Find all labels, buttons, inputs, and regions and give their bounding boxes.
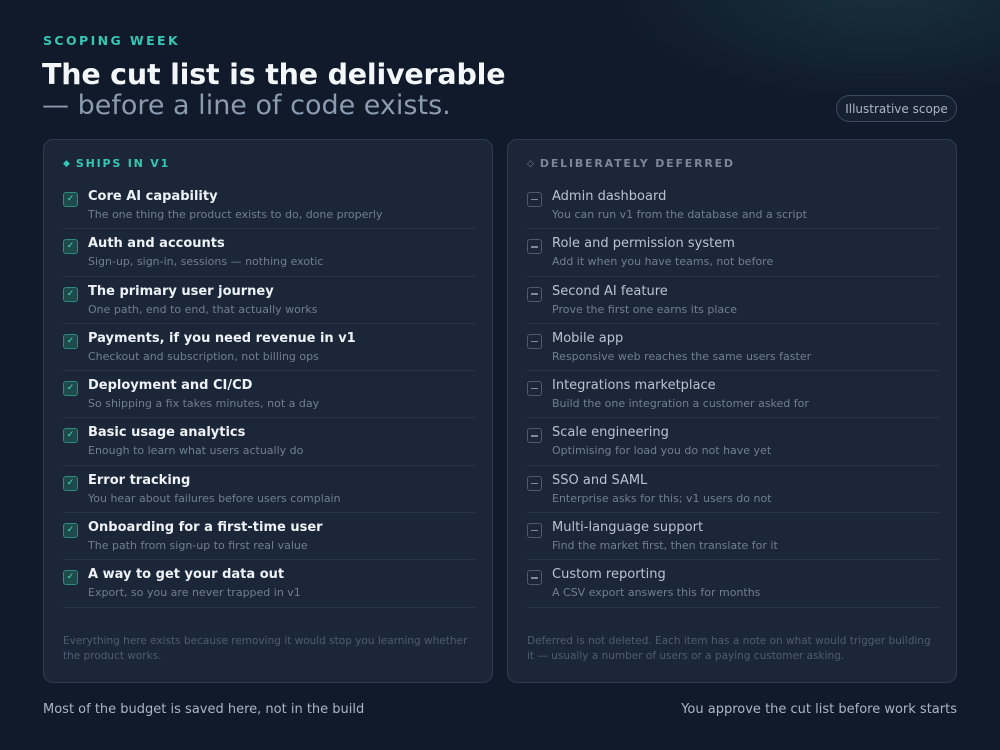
deferred-checkbox-icon[interactable] (527, 192, 542, 207)
item-description: The one thing the product exists to do, … (88, 208, 383, 221)
ships-list: ✓ Core AI capability The one thing the p… (63, 182, 475, 608)
item-name: Role and permission system (552, 236, 735, 252)
list-item[interactable]: Custom reporting A CSV export answers th… (527, 560, 939, 608)
deferred-checkbox-icon[interactable] (527, 475, 542, 491)
item-description: Responsive web reaches the same users fa… (552, 349, 812, 363)
list-item[interactable]: ✓ Core AI capability The one thing the p… (63, 182, 475, 230)
checked-checkbox-icon[interactable]: ✓ (63, 570, 78, 586)
checked-checkbox-icon[interactable]: ✓ (63, 523, 78, 539)
list-item[interactable]: SSO and SAML Enterprise asks for this; v… (527, 466, 939, 514)
item-name: A way to get your data out (88, 567, 285, 583)
list-item[interactable]: ✓ The primary user journey One path, end… (63, 277, 475, 324)
item-name: Scale engineering (552, 425, 669, 441)
deferred-checkbox-icon[interactable] (527, 523, 542, 539)
item-name: Error tracking (88, 472, 191, 488)
page-subtitle: — before a line of code exists. (42, 90, 451, 121)
checked-checkbox-icon[interactable]: ✓ (63, 192, 78, 207)
list-item[interactable]: ✓ Payments, if you need revenue in v1 Ch… (63, 324, 475, 372)
deferred-checkbox-icon[interactable] (527, 381, 542, 397)
item-name: Custom reporting (552, 567, 666, 583)
item-description: Prove the first one earns its place (552, 302, 737, 316)
item-name: Payments, if you need revenue in v1 (88, 330, 356, 346)
list-item[interactable]: Second AI feature Prove the first one ea… (527, 277, 939, 324)
item-description: One path, end to end, that actually work… (88, 302, 318, 316)
item-name: Mobile app (552, 330, 624, 346)
deferred-checkbox-icon[interactable] (527, 428, 542, 444)
list-item[interactable]: ✓ Auth and accounts Sign-up, sign-in, se… (63, 229, 475, 277)
checked-checkbox-icon[interactable]: ✓ (63, 333, 78, 349)
item-description: A CSV export answers this for months (552, 586, 761, 600)
item-name: Second AI feature (552, 283, 668, 299)
item-description: Enterprise asks for this; v1 users do no… (552, 491, 772, 505)
checked-checkbox-icon[interactable]: ✓ (63, 475, 78, 491)
checked-checkbox-icon[interactable]: ✓ (63, 286, 78, 302)
item-name: Onboarding for a first-time user (88, 520, 323, 536)
deferred-heading: DELIBERATELY DEFERRED (539, 157, 735, 170)
list-item[interactable]: Role and permission system Add it when y… (527, 229, 939, 277)
list-item[interactable]: ✓ A way to get your data out Export, so … (63, 560, 475, 608)
item-description: The path from sign-up to first real valu… (88, 539, 308, 553)
item-description: Optimising for load you do not have yet (552, 444, 772, 458)
list-item[interactable]: Integrations marketplace Build the one i… (527, 371, 939, 419)
footer-note-left: Most of the budget is saved here, not in… (43, 702, 365, 717)
deferred-header: ◇ DELIBERATELY DEFERRED (527, 157, 735, 170)
ships-footnote: Everything here exists because removing … (63, 635, 468, 662)
item-description: Add it when you have teams, not before (552, 255, 774, 269)
list-item[interactable]: Scale engineering Optimising for load yo… (527, 418, 939, 466)
item-name: Admin dashboard (552, 189, 667, 204)
checked-checkbox-icon[interactable]: ✓ (63, 428, 78, 444)
list-item[interactable]: Multi-language support Find the market f… (527, 513, 939, 561)
item-description: You hear about failures before users com… (88, 491, 341, 505)
item-name: SSO and SAML (552, 472, 648, 488)
item-description: You can run v1 from the database and a s… (552, 208, 807, 221)
list-item[interactable]: ✓ Error tracking You hear about failures… (63, 466, 475, 514)
item-name: Integrations marketplace (552, 378, 716, 394)
item-name: Deployment and CI/CD (88, 378, 253, 394)
deferred-checkbox-icon[interactable] (527, 570, 542, 586)
ships-panel: ◆ SHIPS IN V1 ✓ Core AI capability The o… (43, 139, 493, 683)
list-item[interactable]: ✓ Basic usage analytics Enough to learn … (63, 418, 475, 466)
deferred-list: Admin dashboard You can run v1 from the … (527, 182, 939, 608)
list-item[interactable]: ✓ Deployment and CI/CD So shipping a fix… (63, 371, 475, 419)
page-title: The cut list is the deliverable (42, 58, 506, 91)
deferred-footnote: Deferred is not deleted. Each item has a… (527, 635, 931, 662)
item-description: Sign-up, sign-in, sessions — nothing exo… (88, 255, 324, 269)
item-description: Checkout and subscription, not billing o… (88, 349, 319, 363)
deferred-panel: ◇ DELIBERATELY DEFERRED Admin dashboard … (507, 139, 957, 683)
checked-checkbox-icon[interactable]: ✓ (63, 381, 78, 397)
diamond-filled-icon: ◆ (63, 158, 70, 169)
footer-note-right: You approve the cut list before work sta… (681, 702, 957, 717)
deferred-checkbox-icon[interactable] (527, 333, 542, 349)
item-name: Multi-language support (552, 520, 704, 536)
item-name: Basic usage analytics (88, 425, 246, 441)
item-description: Find the market first, then translate fo… (552, 539, 778, 553)
item-name: Core AI capability (88, 189, 218, 204)
eyebrow-label: SCOPING WEEK (43, 33, 181, 48)
item-name: The primary user journey (88, 283, 274, 299)
item-name: Auth and accounts (88, 236, 225, 252)
ships-header: ◆ SHIPS IN V1 (63, 157, 170, 170)
list-item[interactable]: Admin dashboard You can run v1 from the … (527, 182, 939, 230)
item-description: Export, so you are never trapped in v1 (88, 586, 301, 600)
item-description: Enough to learn what users actually do (88, 444, 304, 458)
item-description: So shipping a fix takes minutes, not a d… (88, 397, 320, 411)
list-item[interactable]: ✓ Onboarding for a first-time user The p… (63, 513, 475, 561)
list-item[interactable]: Mobile app Responsive web reaches the sa… (527, 324, 939, 372)
checked-checkbox-icon[interactable]: ✓ (63, 239, 78, 255)
deferred-checkbox-icon[interactable] (527, 286, 542, 302)
ships-heading: SHIPS IN V1 (75, 157, 171, 170)
deferred-checkbox-icon[interactable] (527, 239, 542, 255)
item-description: Build the one integration a customer ask… (552, 397, 809, 411)
diamond-outline-icon: ◇ (527, 158, 534, 169)
scope-badge: Illustrative scope (836, 95, 957, 122)
